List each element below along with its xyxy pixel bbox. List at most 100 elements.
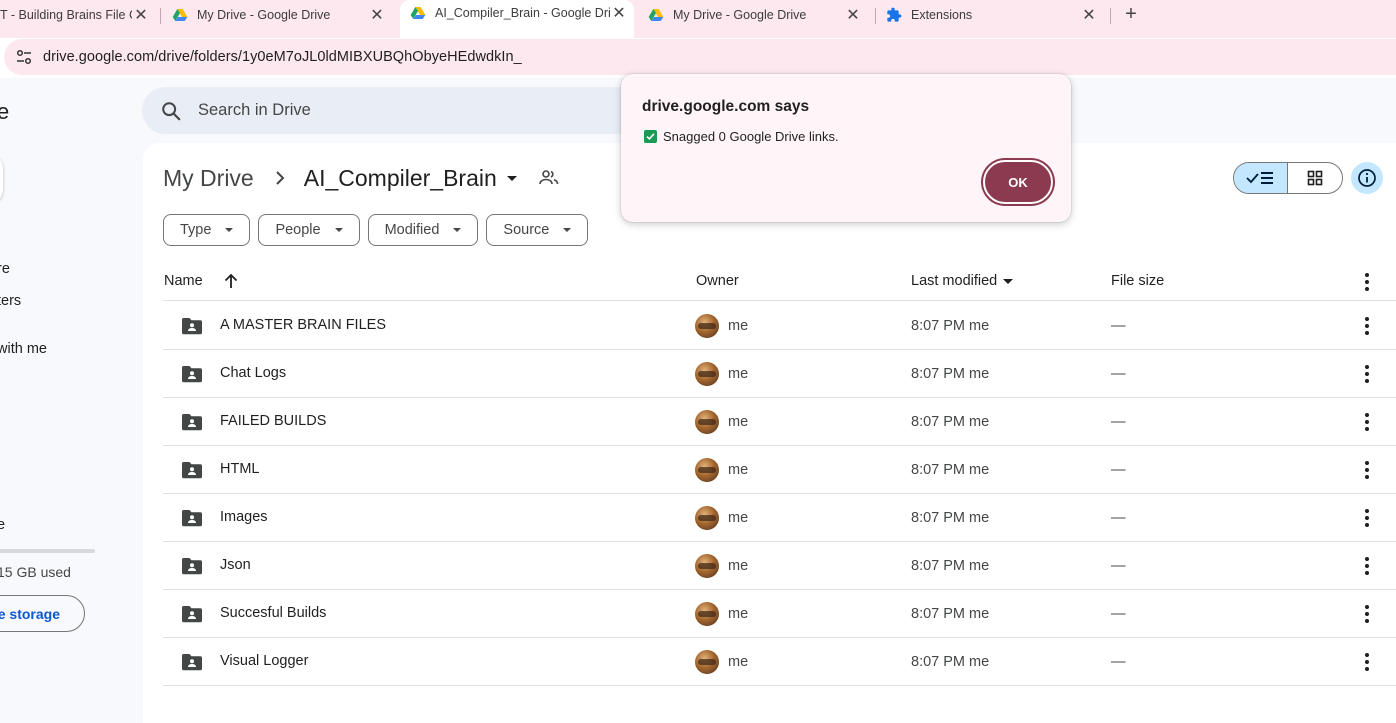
file-size-text: — — [1111, 606, 1126, 622]
column-header-name[interactable]: Name — [164, 273, 203, 289]
close-tab-icon[interactable]: ✕ — [844, 6, 862, 24]
last-modified-text: 8:07 PM me — [911, 510, 990, 526]
main-content: My Drive AI_Compiler_Brain Type People M… — [143, 143, 1396, 723]
browser-tab-active[interactable]: AI_Compiler_Brain - Google Dri ✕ — [400, 0, 634, 38]
shared-folder-icon — [182, 366, 202, 383]
new-button[interactable] — [0, 153, 3, 205]
sidebar-item-shared-drives[interactable]: ters — [0, 293, 21, 309]
file-size-text: — — [1111, 366, 1126, 382]
drive-brand-partial: e — [0, 99, 10, 124]
filter-modified-chip[interactable]: Modified — [367, 214, 479, 246]
chevron-right-icon — [276, 171, 285, 185]
more-options-icon[interactable] — [1359, 556, 1375, 576]
browser-tab[interactable]: T - Building Brains File C ✕ — [0, 0, 158, 30]
tab-separator — [160, 8, 161, 24]
file-size-text: — — [1111, 558, 1126, 574]
close-tab-icon[interactable]: ✕ — [1080, 6, 1098, 24]
details-info-button[interactable] — [1351, 162, 1383, 194]
tab-title: AI_Compiler_Brain - Google Dri — [435, 6, 610, 20]
folder-menu-caret-icon[interactable] — [506, 175, 517, 181]
file-size-text: — — [1111, 510, 1126, 526]
tab-separator — [1110, 8, 1111, 24]
tab-title: T - Building Brains File C — [0, 8, 132, 22]
google-drive-icon — [648, 9, 664, 21]
breadcrumb-my-drive[interactable]: My Drive — [163, 165, 254, 192]
filter-type-chip[interactable]: Type — [163, 214, 251, 246]
column-header-file-size[interactable]: File size — [1111, 273, 1164, 289]
browser-tab[interactable]: My Drive - Google Drive ✕ — [648, 0, 868, 30]
file-name: Chat Logs — [220, 365, 287, 381]
grid-view-icon — [1307, 170, 1323, 186]
filter-chips: Type People Modified Source — [163, 214, 589, 246]
tab-title: My Drive - Google Drive — [197, 8, 331, 22]
column-header-owner[interactable]: Owner — [696, 273, 739, 289]
table-row[interactable]: Chat Logs me 8:07 PM me — — [163, 350, 1396, 398]
google-drive-icon — [172, 9, 188, 21]
last-modified-text: 8:07 PM me — [911, 318, 990, 334]
owner-text: me — [728, 558, 749, 574]
filter-label: Type — [180, 222, 212, 238]
column-header-last-modified[interactable]: Last modified — [911, 273, 1014, 289]
table-row[interactable]: Succesful Builds me 8:07 PM me — — [163, 590, 1396, 638]
column-header-label: Last modified — [911, 273, 998, 289]
close-tab-icon[interactable]: ✕ — [610, 4, 628, 22]
browser-tab[interactable]: Extensions ✕ — [886, 0, 1104, 30]
sidebar-item-shared-with-me[interactable]: with me — [0, 341, 47, 357]
more-options-icon[interactable] — [1359, 272, 1375, 292]
avatar — [695, 314, 719, 338]
table-header: Name Owner Last modified File size — [163, 263, 1396, 301]
last-modified-text: 8:07 PM me — [911, 462, 990, 478]
filter-label: People — [275, 222, 321, 238]
browser-toolbar: drive.google.com/drive/folders/1y0eM7oJL… — [0, 38, 1396, 78]
file-size-text: — — [1111, 414, 1126, 430]
owner-text: me — [728, 462, 749, 478]
more-options-icon[interactable] — [1359, 508, 1375, 528]
more-options-icon[interactable] — [1359, 316, 1375, 336]
dialog-title: drive.google.com says — [642, 98, 810, 115]
owner-text: me — [728, 654, 749, 670]
grid-view-button[interactable] — [1288, 163, 1342, 193]
address-bar[interactable]: drive.google.com/drive/folders/1y0eM7oJL… — [4, 39, 1396, 75]
dialog-message: Snagged 0 Google Drive links. — [663, 129, 839, 144]
avatar — [695, 410, 719, 434]
sidebar-item-storage[interactable]: e — [0, 517, 5, 533]
close-tab-icon[interactable]: ✕ — [132, 6, 150, 24]
shared-people-icon[interactable] — [538, 169, 559, 187]
new-tab-button[interactable]: + — [1120, 3, 1142, 25]
owner-text: me — [728, 510, 749, 526]
file-name: Images — [220, 509, 268, 525]
last-modified-text: 8:07 PM me — [911, 414, 990, 430]
owner-text: me — [728, 606, 749, 622]
info-icon — [1358, 169, 1376, 187]
filter-people-chip[interactable]: People — [258, 214, 360, 246]
table-row[interactable]: FAILED BUILDS me 8:07 PM me — — [163, 398, 1396, 446]
breadcrumb-current-folder[interactable]: AI_Compiler_Brain — [304, 165, 497, 192]
get-more-storage-button[interactable]: e storage — [0, 595, 85, 632]
file-name: Succesful Builds — [220, 605, 327, 621]
more-options-icon[interactable] — [1359, 604, 1375, 624]
last-modified-text: 8:07 PM me — [911, 606, 990, 622]
table-row[interactable]: Visual Logger me 8:07 PM me — — [163, 638, 1396, 686]
table-row[interactable]: HTML me 8:07 PM me — — [163, 446, 1396, 494]
sidebar-item-computers[interactable]: re — [0, 261, 10, 277]
close-tab-icon[interactable]: ✕ — [368, 6, 386, 24]
more-options-icon[interactable] — [1359, 364, 1375, 384]
site-settings-icon[interactable] — [14, 47, 34, 67]
filter-source-chip[interactable]: Source — [486, 214, 589, 246]
list-view-button[interactable] — [1234, 163, 1289, 193]
search-input[interactable] — [198, 101, 618, 120]
search-icon[interactable] — [160, 100, 182, 122]
dialog-ok-button[interactable]: OK — [983, 160, 1053, 204]
table-row[interactable]: A MASTER BRAIN FILES me 8:07 PM me — — [163, 302, 1396, 350]
file-name: Json — [220, 557, 251, 573]
tab-separator — [875, 8, 876, 24]
browser-tab-strip: T - Building Brains File C ✕ My Drive - … — [0, 0, 1396, 38]
sort-ascending-arrow-icon[interactable] — [223, 272, 239, 290]
more-options-icon[interactable] — [1359, 412, 1375, 432]
table-row[interactable]: Images me 8:07 PM me — — [163, 494, 1396, 542]
table-row[interactable]: Json me 8:07 PM me — — [163, 542, 1396, 590]
more-options-icon[interactable] — [1359, 460, 1375, 480]
filter-label: Source — [503, 222, 550, 238]
browser-tab[interactable]: My Drive - Google Drive ✕ — [172, 0, 392, 30]
more-options-icon[interactable] — [1359, 652, 1375, 672]
